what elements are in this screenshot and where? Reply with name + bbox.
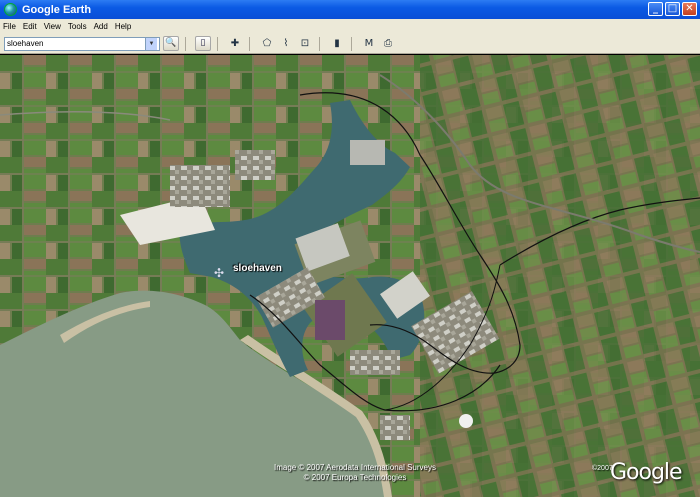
search-input[interactable] — [5, 37, 145, 50]
search-button[interactable]: 🔍 — [163, 36, 179, 51]
placemark-icon[interactable]: ✚ — [227, 36, 243, 51]
menu-add[interactable]: Add — [94, 22, 108, 31]
toolbar-divider — [319, 36, 320, 51]
placemark-pin-icon[interactable]: ✣ — [212, 266, 226, 280]
polygon-icon[interactable]: ⬠ — [259, 36, 275, 51]
toolbar-divider — [249, 36, 250, 51]
toolbar-divider — [217, 36, 218, 51]
window-controls: _ □ ✕ — [648, 2, 697, 16]
title-bar: Google Earth _ □ ✕ — [0, 0, 700, 19]
ruler-icon[interactable]: ▮ — [329, 36, 345, 51]
maximize-button[interactable]: □ — [665, 2, 680, 16]
google-logo: Google — [610, 460, 683, 485]
minimize-button[interactable]: _ — [648, 2, 663, 16]
toolbar: ▼ 🔍 ▯ ✚ ⬠ ⌇ ⊡ ▮ M ⎙ — [0, 34, 700, 54]
imagery-credits: Image © 2007 Aerodata International Surv… — [220, 463, 490, 483]
path-icon[interactable]: ⌇ — [278, 36, 294, 51]
email-icon[interactable]: M — [361, 36, 377, 51]
globe-icon — [4, 3, 17, 16]
credit-line: © 2007 Europa Technologies — [303, 473, 407, 482]
menu-file[interactable]: File — [3, 22, 16, 31]
satellite-imagery — [0, 55, 700, 497]
toolbar-divider — [351, 36, 352, 51]
menu-view[interactable]: View — [44, 22, 61, 31]
toolbar-divider — [185, 36, 186, 51]
menu-help[interactable]: Help — [115, 22, 131, 31]
menu-edit[interactable]: Edit — [23, 22, 37, 31]
map-view[interactable]: ✣ sloehaven Image © 2007 Aerodata Intern… — [0, 55, 700, 497]
menu-bar: File Edit View Tools Add Help — [0, 19, 700, 34]
print-icon[interactable]: ⎙ — [380, 36, 396, 51]
menu-tools[interactable]: Tools — [68, 22, 87, 31]
sidebar-toggle-icon[interactable]: ▯ — [195, 36, 211, 51]
chevron-down-icon[interactable]: ▼ — [145, 37, 157, 50]
close-button[interactable]: ✕ — [682, 2, 697, 16]
search-box: ▼ — [4, 36, 160, 51]
place-label[interactable]: sloehaven — [233, 263, 282, 274]
credit-line: Image © 2007 Aerodata International Surv… — [274, 463, 436, 472]
window-title: Google Earth — [22, 3, 92, 16]
overlay-icon[interactable]: ⊡ — [297, 36, 313, 51]
